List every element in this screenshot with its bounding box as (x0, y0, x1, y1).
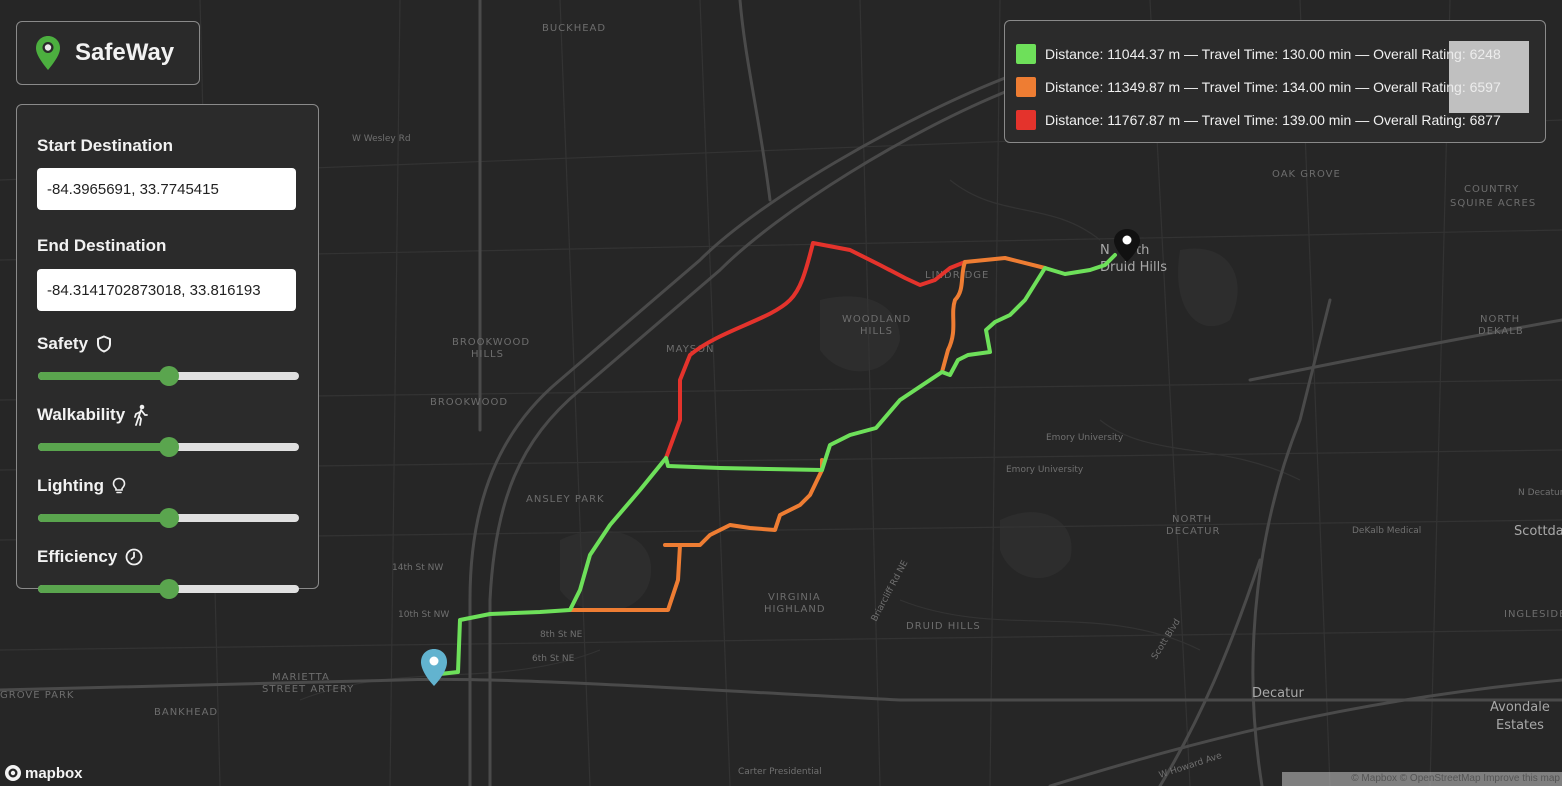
efficiency-row: Efficiency (37, 546, 298, 568)
svg-text:BROOKWOOD: BROOKWOOD (430, 397, 508, 408)
svg-text:DECATUR: DECATUR (1166, 526, 1220, 537)
svg-text:Decatur: Decatur (1252, 686, 1304, 701)
legend-swatch-red (1016, 109, 1036, 130)
lighting-label: Lighting (37, 476, 105, 495)
svg-text:SQUIRE ACRES: SQUIRE ACRES (1450, 198, 1536, 209)
lighting-slider-thumb[interactable] (158, 508, 179, 528)
legend-route-text: Distance: 11044.37 m — Travel Time: 130.… (1045, 45, 1501, 62)
svg-text:NORTH: NORTH (1480, 314, 1520, 325)
walkability-label: Walkability (37, 405, 126, 424)
svg-text:OAK GROVE: OAK GROVE (1272, 169, 1341, 180)
svg-text:DRUID HILLS: DRUID HILLS (906, 621, 981, 632)
svg-text:N: N (1100, 243, 1110, 258)
svg-text:WOODLAND: WOODLAND (842, 314, 911, 325)
efficiency-slider[interactable] (38, 579, 299, 599)
start-destination-label: Start Destination (37, 136, 174, 155)
svg-text:Emory University: Emory University (1046, 433, 1124, 443)
svg-text:INGLESIDE: INGLESIDE (1504, 609, 1562, 620)
start-destination-input[interactable] (37, 168, 296, 210)
svg-text:Avondale: Avondale (1490, 700, 1550, 715)
svg-text:VIRGINIA: VIRGINIA (768, 592, 821, 603)
legend-overlay-highlight (1449, 41, 1529, 113)
walkability-slider-fill (38, 443, 169, 451)
svg-text:10th St NW: 10th St NW (398, 610, 449, 620)
svg-text:6th St NE: 6th St NE (532, 654, 575, 664)
lighting-slider-fill (38, 514, 169, 522)
svg-text:BUCKHEAD: BUCKHEAD (542, 23, 606, 34)
walking-person-icon (133, 404, 149, 426)
legend-swatch-green (1016, 43, 1036, 64)
walkability-slider[interactable] (38, 437, 299, 457)
legend-swatch-orange (1016, 76, 1036, 97)
shield-icon (96, 335, 112, 353)
svg-text:HILLS: HILLS (860, 326, 893, 337)
legend-route-text: Distance: 11767.87 m — Travel Time: 139.… (1045, 111, 1501, 128)
end-destination-input[interactable] (37, 269, 296, 311)
svg-text:MARIETTA: MARIETTA (272, 672, 330, 683)
lighting-slider[interactable] (38, 508, 299, 528)
clock-icon (125, 548, 143, 566)
efficiency-label: Efficiency (37, 547, 118, 566)
mapbox-icon (5, 765, 21, 781)
legend-route-text: Distance: 11349.87 m — Travel Time: 134.… (1045, 78, 1501, 95)
walkability-row: Walkability (37, 404, 298, 426)
map-attribution[interactable]: © Mapbox © OpenStreetMap Improve this ma… (1282, 772, 1562, 786)
svg-text:W Wesley Rd: W Wesley Rd (352, 134, 411, 144)
svg-text:HILLS: HILLS (471, 349, 504, 360)
svg-text:BROOKWOOD: BROOKWOOD (452, 337, 530, 348)
efficiency-slider-thumb[interactable] (158, 579, 179, 599)
safety-slider-thumb[interactable] (158, 366, 179, 386)
safety-row: Safety (37, 333, 298, 355)
route-controls-panel: Start Destination End Destination Safety… (16, 104, 319, 599)
svg-text:STREET ARTERY: STREET ARTERY (262, 684, 354, 695)
mapbox-wordmark: mapbox (25, 764, 83, 782)
efficiency-slider-fill (38, 585, 169, 593)
svg-text:DeKalb Medical: DeKalb Medical (1352, 526, 1421, 536)
svg-text:Emory University: Emory University (1006, 465, 1084, 475)
lightbulb-icon (112, 477, 126, 495)
svg-text:Estates: Estates (1496, 718, 1544, 733)
svg-text:DEKALB: DEKALB (1478, 326, 1524, 337)
svg-text:COUNTRY: COUNTRY (1464, 184, 1519, 195)
svg-text:GROVE PARK: GROVE PARK (0, 690, 74, 701)
brand-header: SafeWay (16, 21, 200, 85)
svg-text:Scottdale: Scottdale (1514, 524, 1562, 539)
route-legend: Distance: 11044.37 m — Travel Time: 130.… (1004, 20, 1546, 143)
end-destination-label: End Destination (37, 236, 167, 255)
lighting-row: Lighting (37, 475, 298, 497)
svg-text:NORTH: NORTH (1172, 514, 1212, 525)
mapbox-logo[interactable]: mapbox (4, 764, 83, 782)
svg-text:ANSLEY PARK: ANSLEY PARK (526, 494, 605, 505)
svg-text:14th St NW: 14th St NW (392, 563, 443, 573)
svg-text:Carter Presidential: Carter Presidential (738, 767, 822, 777)
safety-slider-fill (38, 372, 169, 380)
app-title: SafeWay (75, 39, 175, 66)
safety-slider[interactable] (38, 366, 299, 386)
map-pin-icon (35, 35, 61, 71)
svg-text:HIGHLAND: HIGHLAND (764, 604, 826, 615)
walkability-slider-thumb[interactable] (158, 437, 179, 457)
safety-label: Safety (37, 334, 89, 353)
svg-text:BANKHEAD: BANKHEAD (154, 707, 218, 718)
svg-text:N Decatur: N Decatur (1518, 488, 1562, 498)
svg-text:8th St NE: 8th St NE (540, 630, 583, 640)
